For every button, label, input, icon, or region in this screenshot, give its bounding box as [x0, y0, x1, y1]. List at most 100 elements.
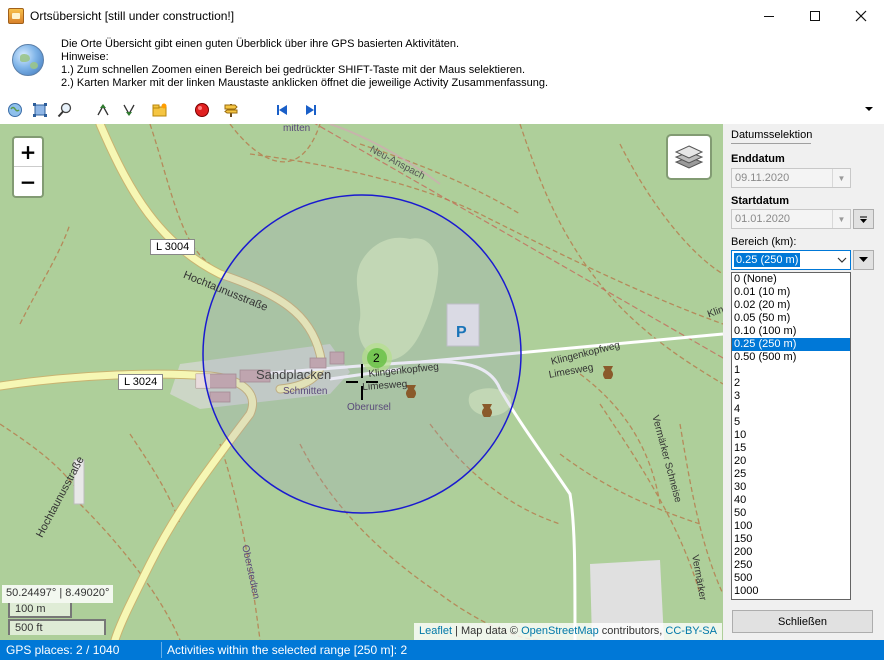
scale-imperial: 500 ft — [8, 619, 106, 635]
info-header: Die Orte Übersicht gibt einen guten Über… — [0, 32, 884, 96]
zoom-extent-icon — [33, 103, 47, 117]
range-option[interactable]: 250 — [732, 559, 850, 572]
range-option[interactable]: 10 — [732, 429, 850, 442]
signpost-button[interactable] — [222, 101, 240, 119]
close-window-button[interactable] — [838, 0, 884, 32]
range-option[interactable]: 2 — [732, 377, 850, 390]
parking-symbol: P — [456, 324, 467, 341]
range-options-button[interactable] — [853, 250, 874, 270]
record-button[interactable] — [193, 101, 211, 119]
group-title: Datumsselektion — [731, 129, 813, 141]
chevron-down-icon: ▼ — [832, 169, 850, 187]
map-label-schmitten-top: mitten — [283, 124, 311, 134]
zoom-out-button[interactable]: − — [14, 167, 42, 196]
range-option[interactable]: 1000 — [732, 585, 850, 598]
osm-link[interactable]: OpenStreetMap — [521, 625, 599, 637]
close-icon — [855, 10, 867, 22]
status-gps-places: GPS places: 2 / 1040 — [6, 643, 120, 657]
end-date-value: 09.11.2020 — [735, 172, 790, 184]
range-option[interactable]: 150 — [732, 533, 850, 546]
status-separator — [161, 642, 162, 658]
status-bar: GPS places: 2 / 1040 Activities within t… — [0, 640, 884, 660]
app-icon — [8, 8, 24, 24]
start-date-label: Startdatum — [731, 195, 790, 207]
skip-last-icon — [306, 105, 316, 115]
chevron-down-icon — [860, 216, 867, 223]
minimize-button[interactable] — [746, 0, 792, 32]
info-description: Die Orte Übersicht gibt einen guten Über… — [61, 38, 460, 50]
maximize-button[interactable] — [792, 0, 838, 32]
zoom-extent-button[interactable] — [31, 101, 49, 119]
range-option[interactable]: 40 — [732, 494, 850, 507]
range-option[interactable]: 25 — [732, 468, 850, 481]
range-option[interactable]: 1 — [732, 364, 850, 377]
status-activities: Activities within the selected range [25… — [167, 643, 408, 657]
range-option[interactable]: 50 — [732, 507, 850, 520]
toolbar-overflow-button[interactable] — [864, 104, 874, 114]
range-option[interactable]: 0.10 (100 m) — [732, 325, 850, 338]
range-option[interactable]: 15 — [732, 442, 850, 455]
globe-icon — [12, 44, 44, 76]
zoom-search-button[interactable] — [56, 101, 74, 119]
start-date-value: 01.01.2020 — [735, 213, 791, 225]
route-arrow-up-icon — [97, 104, 109, 116]
range-option[interactable]: 500 — [732, 572, 850, 585]
home-view-button[interactable] — [6, 101, 24, 119]
map-label-l3024: L 3024 — [118, 374, 164, 390]
range-option[interactable]: 0.50 (500 m) — [732, 351, 850, 364]
range-option[interactable]: 3 — [732, 390, 850, 403]
end-date-picker[interactable]: 09.11.2020 ▼ — [731, 168, 851, 188]
info-hints-heading: Hinweise: — [61, 51, 109, 63]
folder-star-icon — [152, 103, 167, 117]
range-option[interactable]: 30 — [732, 481, 850, 494]
range-dropdown-list: 0 (None) 0.01 (10 m) 0.02 (20 m) 0.05 (50 m… — [731, 272, 851, 600]
toolbar — [0, 96, 884, 124]
range-option[interactable]: 20 — [732, 455, 850, 468]
range-option[interactable]: 0.25 (250 m) — [732, 338, 850, 351]
attribution-contributors: contributors, — [598, 625, 666, 637]
map-label-l3004: L 3004 — [150, 239, 196, 255]
last-activity-button[interactable] — [302, 101, 320, 119]
range-option[interactable]: 100 — [732, 520, 850, 533]
scale-metric: 100 m — [8, 603, 72, 618]
range-select[interactable]: 0.25 (250 m) — [731, 250, 851, 270]
first-activity-button[interactable] — [273, 101, 291, 119]
info-hint-1: 1.) Zum schnellen Zoomen einen Bereich b… — [61, 64, 526, 76]
map-view[interactable]: L 3004 L 3024 Hochtaunusstraße Hochtaunu… — [0, 124, 723, 640]
chevron-down-icon — [859, 257, 868, 262]
map-label-schmitten: Schmitten — [283, 386, 328, 397]
skip-first-icon — [277, 105, 287, 115]
route-arrow-down-icon — [123, 104, 135, 116]
export-button[interactable] — [151, 101, 169, 119]
start-date-options-button[interactable] — [853, 209, 874, 229]
license-link[interactable]: CC-BY-SA — [665, 625, 717, 637]
route-down-button[interactable] — [120, 101, 138, 119]
range-option[interactable]: 0 (None) — [732, 273, 850, 286]
range-label: Bereich (km): — [731, 236, 797, 248]
title-bar: Ortsübersicht [still under construction!… — [0, 0, 884, 32]
group-divider — [731, 143, 811, 144]
range-option[interactable]: 0.02 (20 m) — [732, 299, 850, 312]
leaflet-link[interactable]: Leaflet — [419, 625, 452, 637]
chevron-down-icon: ▼ — [832, 210, 850, 228]
route-up-button[interactable] — [94, 101, 112, 119]
magnifier-icon — [57, 102, 72, 118]
cluster-marker[interactable]: 2 — [373, 351, 380, 365]
info-hint-2: 2.) Karten Marker mit der linken Maustas… — [61, 77, 549, 89]
map-label-oberursel: Oberursel — [347, 402, 391, 413]
minimize-icon — [764, 15, 774, 17]
start-date-picker[interactable]: 01.01.2020 ▼ — [731, 209, 851, 229]
cursor-coordinates: 50.24497° | 8.49020° — [2, 585, 114, 603]
range-option[interactable]: 5 — [732, 416, 850, 429]
range-option[interactable]: 4 — [732, 403, 850, 416]
range-option[interactable]: 0.01 (10 m) — [732, 286, 850, 299]
zoom-in-button[interactable]: + — [14, 138, 42, 167]
layers-button[interactable] — [666, 134, 712, 180]
range-select-value: 0.25 (250 m) — [734, 253, 801, 267]
close-button[interactable]: Schließen — [732, 610, 873, 633]
range-option[interactable]: 200 — [732, 546, 850, 559]
attribution-text: | Map data © — [452, 625, 522, 637]
range-option[interactable]: 0.05 (50 m) — [732, 312, 850, 325]
window-title: Ortsübersicht [still under construction!… — [30, 9, 235, 23]
chevron-down-icon — [832, 251, 850, 269]
